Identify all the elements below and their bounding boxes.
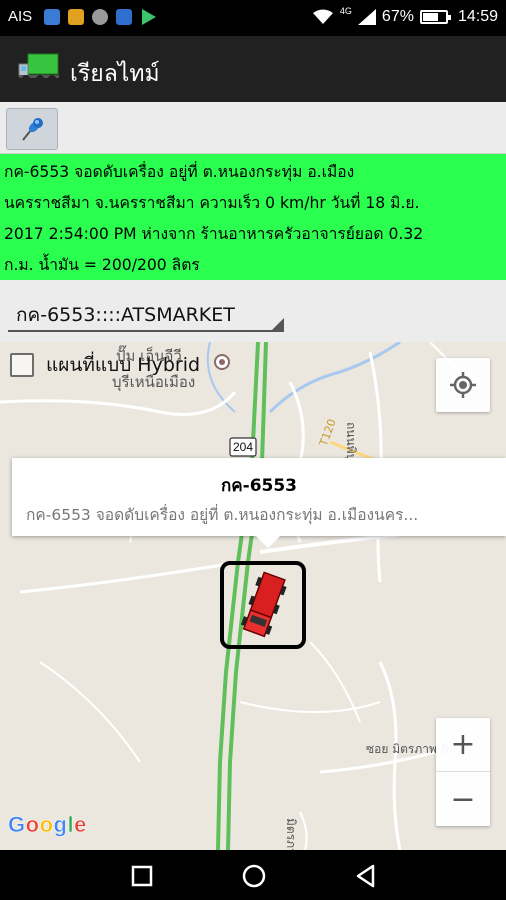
info-window-title: กค-6553 (220, 476, 298, 496)
recents-square-icon (131, 865, 153, 887)
truck-icon (18, 53, 59, 83)
vehicle-spinner[interactable]: กค-6553::::ATSMARKET (8, 294, 284, 332)
back-button[interactable] (352, 862, 380, 890)
status-line: กค-6553 จอดดับเครื่อง อยู่ที่ ต.หนองกระท… (4, 163, 355, 181)
my-location-icon (450, 372, 476, 398)
route-shield-label: 204 (232, 440, 254, 454)
signal-icon (357, 9, 376, 25)
toolbar (0, 102, 506, 154)
battery-icon (419, 10, 451, 24)
status-line: 2017 2:54:00 PM ห่างจาก ร้านอาหารครัวอาจ… (4, 225, 424, 243)
notification-badge-icon (116, 9, 132, 25)
marker-info-window[interactable]: กค-6553 กค-6553 จอดดับเครื่อง อยู่ที่ ต.… (12, 458, 506, 548)
notification-app-icon (68, 9, 84, 25)
status-line: นครราชสีมา จ.นครราชสีมา ความเร็ว 0 km/hr… (4, 194, 420, 212)
map-view[interactable]: 204 ปั๊ม เอ็นจีวี บุรีเหนือเมือง ถนนพิบู… (0, 342, 506, 850)
vehicle-spinner-value: กค-6553::::ATSMARKET (16, 304, 235, 326)
pin-button[interactable] (6, 108, 58, 150)
hybrid-checkbox[interactable] (10, 353, 34, 377)
red-truck-icon (220, 561, 306, 649)
vehicle-marker[interactable] (219, 560, 307, 650)
battery-percent: 67% (381, 8, 414, 25)
pushpin-icon (22, 118, 43, 141)
home-button[interactable] (240, 862, 268, 890)
clock: 14:59 (457, 8, 498, 25)
app-bar: เรียลไทม์ (0, 36, 506, 102)
home-circle-icon (242, 864, 266, 888)
navigation-bar (0, 850, 506, 900)
app-title: เรียลไทม์ (70, 61, 160, 87)
wifi-icon (312, 9, 333, 24)
vehicle-status-panel: กค-6553 จอดดับเครื่อง อยู่ที่ ต.หนองกระท… (0, 154, 506, 280)
notification-shield-icon (44, 9, 60, 25)
zoom-out-button[interactable]: − (436, 772, 490, 826)
zoom-in-button[interactable]: + (436, 718, 490, 772)
status-bar: AIS 4G 67% 14:59 (0, 0, 506, 36)
notification-circle-icon (92, 9, 108, 25)
recents-button[interactable] (128, 862, 156, 890)
back-triangle-icon (356, 864, 375, 888)
dropdown-triangle-icon (272, 318, 284, 330)
play-store-icon (142, 9, 156, 25)
network-type-label: 4G (339, 6, 352, 16)
road-label-bottom: มิตรภาพ 8/7 (281, 818, 300, 850)
info-window-snippet: กค-6553 จอดดับเครื่อง อยู่ที่ ต.หนองกระท… (26, 506, 419, 524)
carrier-label: AIS (8, 8, 33, 25)
hybrid-toggle[interactable]: แผนที่แบบ Hybrid (10, 350, 200, 380)
my-location-button[interactable] (436, 358, 490, 412)
status-line: ก.ม. น้ำมัน = 200/200 ลิตร (4, 256, 200, 274)
hybrid-label: แผนที่แบบ Hybrid (46, 354, 201, 376)
selector-area: กค-6553::::ATSMARKET (0, 280, 506, 342)
google-attribution: Google (8, 812, 87, 838)
zoom-controls: + − (436, 718, 490, 826)
